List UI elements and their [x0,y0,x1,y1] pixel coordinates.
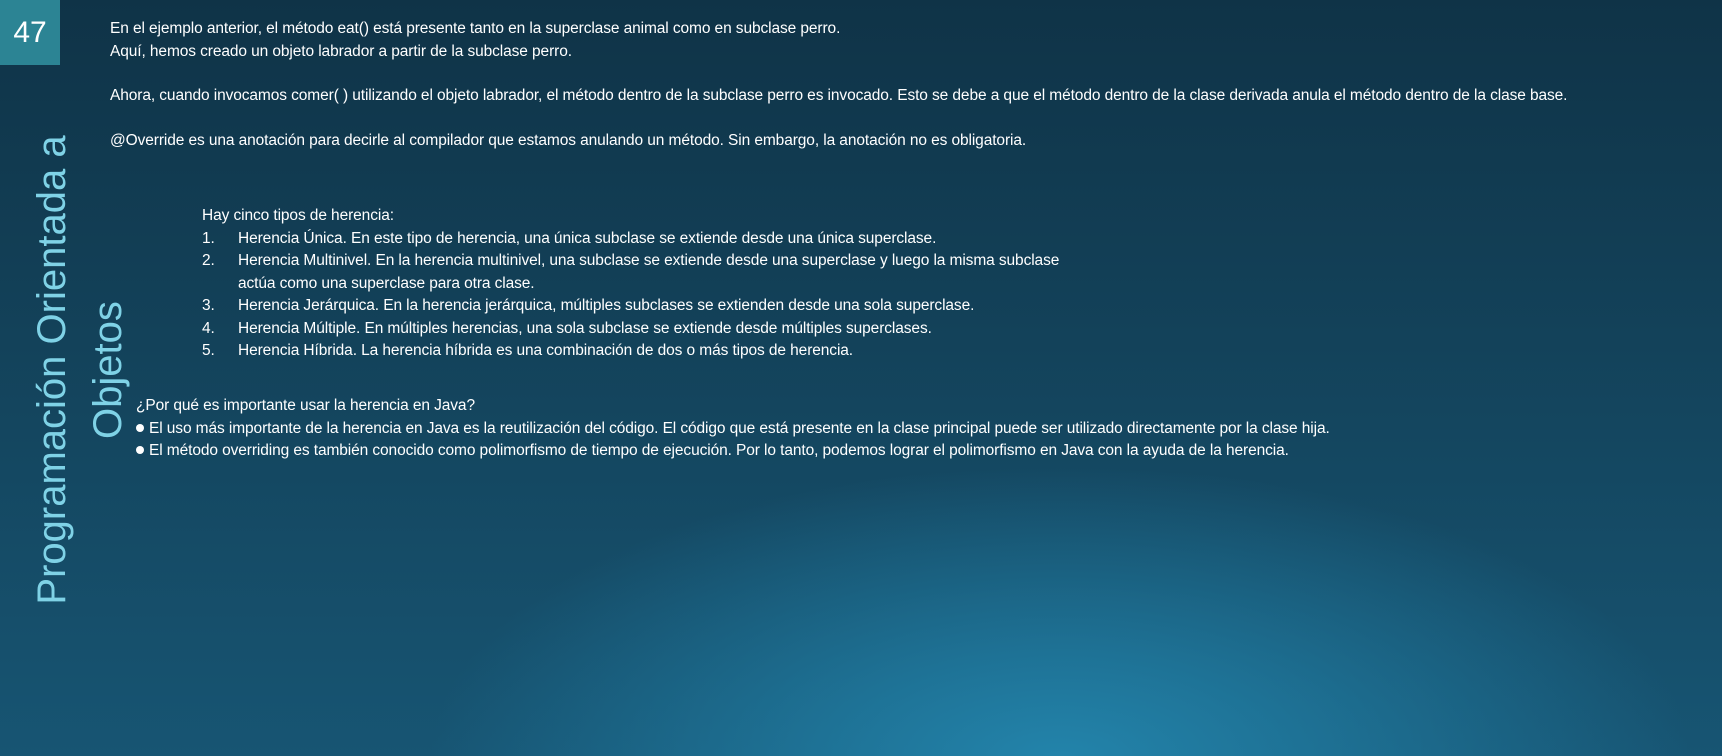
list-item-number: 4. [202,319,215,337]
bullet-item: El método overriding es también conocido… [136,440,1696,463]
list-item-number: 2. [202,252,215,269]
list-item-number: 1. [202,229,215,247]
bullet-dot-icon [136,423,144,432]
inheritance-intro: Hay cinco tipos de herencia: [202,207,394,224]
list-item-text: Herencia Multinivel. En la herencia mult… [238,252,1060,292]
list-item-text: Herencia Jerárquica. En la herencia jerá… [238,297,975,314]
list-item: 5. Herencia Híbrida. La herencia híbrida… [202,340,1062,363]
bullet-text: El método overriding es también conocido… [149,442,1289,459]
list-item-text: Herencia Híbrida. La herencia híbrida es… [238,342,854,359]
paragraph-labrador-object: Aquí, hemos creado un objeto labrador a … [110,42,572,60]
list-item: 3. Herencia Jerárquica. En la herencia j… [202,295,1062,318]
paragraph-method-invocation: Ahora, cuando invocamos comer( ) utiliza… [110,87,1568,104]
slide-number-text: 47 [13,15,47,49]
inheritance-types: Hay cinco tipos de herencia: 1. Herencia… [202,205,1062,363]
slide-number: 47 [0,0,60,65]
bullet-item: El uso más importante de la herencia en … [136,418,1696,441]
why-question: ¿Por qué es importante usar la herencia … [136,397,475,414]
list-item: 2. Herencia Multinivel. En la herencia m… [202,250,1062,295]
list-item-number: 3. [202,297,215,314]
paragraph-override-annotation: @Override es una anotación para decirle … [110,131,1027,149]
slide-title-line1: Programación Orientada a [30,135,74,605]
why-bullets: El uso más importante de la herencia en … [136,418,1696,463]
slide-title-line2: Objetos [86,301,130,439]
why-inheritance: ¿Por qué es importante usar la herencia … [136,395,1696,463]
paragraph-eat-method: En el ejemplo anterior, el método eat() … [110,20,841,37]
bullet-dot-icon [136,446,144,454]
slide-body: En el ejemplo anterior, el método eat() … [110,18,1710,152]
list-item-text: Herencia Única. En este tipo de herencia… [238,229,937,247]
bullet-text: El uso más importante de la herencia en … [149,419,1330,437]
list-item-text: Herencia Múltiple. En múltiples herencia… [238,319,932,337]
list-item-number: 5. [202,342,215,359]
slide-title: Programación Orientada a Objetos [24,90,136,650]
list-item: 1. Herencia Única. En este tipo de heren… [202,228,1062,251]
inheritance-list: 1. Herencia Única. En este tipo de heren… [202,228,1062,363]
list-item: 4. Herencia Múltiple. En múltiples heren… [202,318,1062,341]
